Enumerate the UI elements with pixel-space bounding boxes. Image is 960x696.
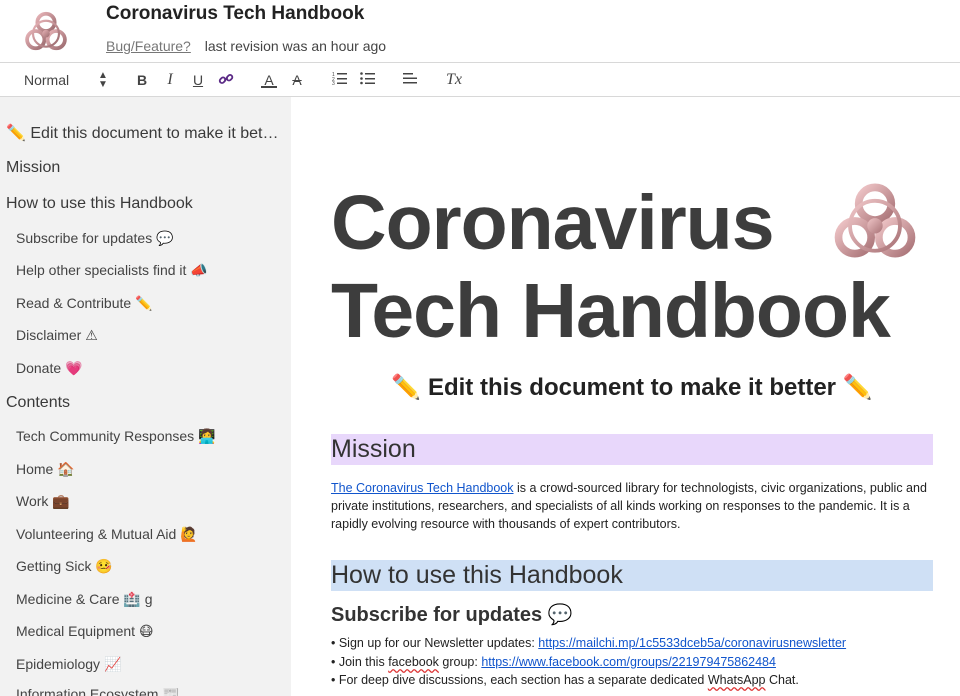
sidebar-item-subscribe[interactable]: Subscribe for updates 💬 bbox=[16, 230, 282, 247]
mission-heading: Mission bbox=[331, 434, 933, 465]
sidebar-item-tech-community[interactable]: Tech Community Responses 👩‍💻 bbox=[16, 428, 282, 445]
highlight-color-button[interactable]: A bbox=[289, 71, 305, 89]
sidebar-item-contents[interactable]: Contents bbox=[6, 394, 282, 412]
bullet-facebook-post: group: bbox=[438, 655, 482, 669]
sidebar-item-disclaimer[interactable]: Disclaimer ⚠ bbox=[16, 327, 282, 344]
link-icon bbox=[218, 74, 234, 84]
bullet-whatsapp: • For deep dive discussions, each sectio… bbox=[331, 673, 951, 687]
sidebar-item-edit[interactable]: ✏️ Edit this document to make it better … bbox=[6, 123, 282, 143]
bullet-newsletter: • Sign up for our Newsletter updates: ht… bbox=[331, 636, 951, 650]
biohazard-icon[interactable] bbox=[18, 4, 74, 58]
whatsapp-word: WhatsApp bbox=[707, 673, 766, 687]
sidebar-item-work[interactable]: Work 💼 bbox=[16, 493, 282, 510]
sidebar-item-epidemiology[interactable]: Epidemiology 📈 bbox=[16, 656, 282, 673]
align-button[interactable] bbox=[401, 71, 419, 89]
revision-text: last revision was an hour ago bbox=[204, 38, 387, 54]
sidebar-item-donate[interactable]: Donate 💗 bbox=[16, 360, 282, 377]
sidebar-item-getting-sick[interactable]: Getting Sick 🤒 bbox=[16, 558, 282, 575]
svg-text:3: 3 bbox=[332, 81, 335, 85]
bullet-facebook: • Join this facebook group: https://www.… bbox=[331, 655, 951, 669]
facebook-word: facebook bbox=[388, 655, 439, 669]
align-left-icon bbox=[403, 73, 417, 84]
edit-heading: ✏️ Edit this document to make it better … bbox=[391, 374, 873, 401]
big-title-line2: Tech Handbook bbox=[331, 268, 891, 354]
sidebar-item-help-specialists[interactable]: Help other specialists find it 📣 bbox=[16, 262, 282, 279]
sidebar-item-mission[interactable]: Mission bbox=[6, 159, 282, 177]
link-button[interactable] bbox=[217, 71, 235, 89]
italic-button[interactable]: I bbox=[162, 71, 178, 89]
clear-formatting-icon: Tx bbox=[446, 71, 462, 88]
bullet-list-button[interactable] bbox=[359, 71, 377, 89]
select-arrows-icon: ▲ ▼ bbox=[98, 70, 108, 90]
bullet-whatsapp-pre: • For deep dive discussions, each sectio… bbox=[331, 673, 708, 687]
outline-sidebar: ✏️ Edit this document to make it better … bbox=[0, 97, 291, 696]
header: Coronavirus Tech Handbook Bug/Feature? l… bbox=[0, 0, 960, 62]
bug-feature-link[interactable]: Bug/Feature? bbox=[106, 38, 191, 54]
bullet-whatsapp-post: Chat. bbox=[765, 673, 799, 687]
formatting-toolbar: Normal ▲ ▼ B I U A A 1 2 3 Tx bbox=[0, 62, 960, 97]
document-title: Coronavirus Tech Handbook bbox=[106, 3, 365, 24]
mission-paragraph: The Coronavirus Tech Handbook is a crowd… bbox=[331, 479, 933, 533]
subscribe-heading: Subscribe for updates 💬 bbox=[331, 604, 573, 626]
bullet-facebook-pre: • Join this bbox=[331, 655, 389, 669]
sidebar-item-how-to-use[interactable]: How to use this Handbook bbox=[6, 195, 282, 213]
document-body[interactable]: Coronavirus Tech Handbook ✏️ Edit this d… bbox=[291, 97, 960, 696]
biohazard-icon bbox=[834, 183, 916, 258]
bullet-newsletter-text: • Sign up for our Newsletter updates: bbox=[331, 636, 539, 650]
clear-formatting-button[interactable]: Tx bbox=[444, 71, 464, 89]
ordered-list-icon: 1 2 3 bbox=[332, 72, 347, 87]
bold-button[interactable]: B bbox=[134, 71, 150, 89]
newsletter-link[interactable]: https://mailchi.mp/1c5533dceb5a/coronavi… bbox=[538, 636, 846, 650]
ordered-list-button[interactable]: 1 2 3 bbox=[331, 71, 349, 89]
style-select-value: Normal bbox=[24, 72, 70, 88]
sidebar-item-information-ecosystem[interactable]: Information Ecosystem 📰 bbox=[16, 686, 282, 696]
facebook-group-link[interactable]: https://www.facebook.com/groups/22197947… bbox=[481, 655, 776, 669]
sidebar-item-home[interactable]: Home 🏠 bbox=[16, 461, 282, 478]
style-select[interactable]: Normal ▲ ▼ bbox=[24, 70, 114, 90]
how-to-use-heading: How to use this Handbook bbox=[331, 560, 933, 591]
sidebar-item-volunteering[interactable]: Volunteering & Mutual Aid 🙋 bbox=[16, 526, 282, 543]
bullet-list-icon bbox=[360, 72, 375, 85]
sidebar-item-read-contribute[interactable]: Read & Contribute ✏️ bbox=[16, 295, 282, 312]
sidebar-item-medical-equipment[interactable]: Medical Equipment 😷 bbox=[16, 623, 282, 640]
sidebar-item-medicine-care[interactable]: Medicine & Care 🏥 g bbox=[16, 591, 282, 608]
text-color-button[interactable]: A bbox=[261, 71, 277, 88]
handbook-link[interactable]: The Coronavirus Tech Handbook bbox=[331, 481, 514, 495]
underline-button[interactable]: U bbox=[190, 71, 206, 89]
header-subline: Bug/Feature? last revision was an hour a… bbox=[106, 38, 386, 54]
